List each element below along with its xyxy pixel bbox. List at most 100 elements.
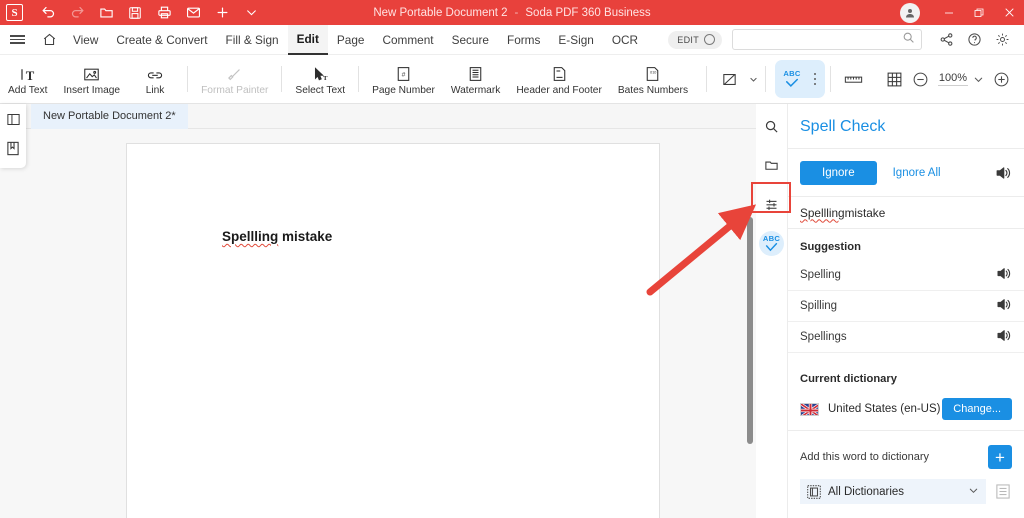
ribbon-label: Insert Image — [63, 84, 121, 96]
grid-icon[interactable] — [878, 62, 912, 96]
close-button[interactable] — [994, 0, 1024, 25]
panel-title: Spell Check — [788, 104, 1024, 149]
menu-item-forms[interactable]: Forms — [498, 25, 549, 55]
document-text[interactable]: Spellling mistake — [222, 229, 332, 244]
menu-item-create-convert[interactable]: Create & Convert — [107, 25, 216, 55]
link-icon — [146, 63, 164, 82]
ribbon-page-number[interactable]: # Page Number — [364, 56, 443, 103]
menu-item-ocr[interactable]: OCR — [603, 25, 647, 55]
dictionary-name: United States (en-US) — [828, 403, 941, 415]
svg-text:T: T — [323, 74, 328, 81]
ribbon-bates-numbers[interactable]: 010 Bates Numbers — [610, 56, 696, 103]
left-panel-rail — [0, 104, 26, 168]
account-icon[interactable] — [900, 2, 920, 23]
chevron-down-icon[interactable] — [238, 2, 264, 24]
dictionary-select-row: All Dictionaries — [788, 479, 1024, 504]
ribbon-header-footer[interactable]: Header and Footer — [508, 56, 610, 103]
menu-item-view[interactable]: View — [64, 25, 107, 55]
speaker-icon[interactable] — [995, 328, 1012, 346]
search-icon[interactable] — [759, 114, 785, 138]
maximize-restore-button[interactable] — [964, 0, 994, 25]
ribbon-format-painter[interactable]: Format Painter — [193, 56, 276, 103]
document-scrollbar-track[interactable] — [746, 129, 753, 518]
menu-item-page[interactable]: Page — [328, 25, 374, 55]
watermark-icon — [468, 63, 483, 82]
suggestion-row[interactable]: Spellings — [788, 322, 1024, 353]
sliders-icon[interactable] — [759, 192, 785, 216]
ribbon-add-text[interactable]: T Add Text — [0, 56, 55, 103]
spell-check-abc-icon[interactable]: ABC — [759, 231, 784, 256]
edit-mode-toggle[interactable]: EDIT — [668, 30, 722, 49]
misspelled-word: Spellling — [222, 229, 279, 244]
bookmark-icon[interactable] — [4, 139, 22, 157]
minimize-button[interactable] — [934, 0, 964, 25]
change-dictionary-button[interactable]: Change... — [942, 398, 1012, 420]
ruler-icon[interactable] — [836, 62, 870, 96]
panel-toggle-icon[interactable] — [4, 110, 22, 128]
speaker-icon[interactable] — [995, 266, 1012, 284]
add-word-button[interactable]: + — [988, 445, 1012, 469]
help-icon[interactable] — [960, 25, 988, 55]
hamburger-icon[interactable] — [0, 33, 34, 47]
redo-icon[interactable] — [64, 2, 90, 24]
ribbon-label: Watermark — [450, 84, 501, 96]
more-options-icon[interactable] — [807, 72, 823, 86]
ribbon-watermark[interactable]: Watermark — [443, 56, 508, 103]
search-box[interactable] — [732, 29, 922, 50]
svg-text:#: # — [402, 71, 406, 78]
menu-item-fill-sign[interactable]: Fill & Sign — [217, 25, 288, 55]
menu-item-edit[interactable]: Edit — [287, 24, 328, 55]
save-icon[interactable] — [122, 2, 148, 24]
print-icon[interactable] — [151, 2, 177, 24]
zoom-chevron-down-icon[interactable] — [973, 74, 984, 85]
share-icon[interactable] — [932, 25, 960, 55]
speaker-icon[interactable] — [994, 165, 1012, 181]
title-separator: - — [514, 6, 519, 19]
bates-numbers-icon: 010 — [645, 63, 660, 82]
ignore-button[interactable]: Ignore — [800, 160, 877, 185]
gear-icon[interactable] — [988, 25, 1016, 55]
undo-icon[interactable] — [35, 2, 61, 24]
dictionary-select-value: All Dictionaries — [828, 485, 905, 498]
new-tab-icon[interactable] — [209, 2, 235, 24]
redact-chevron-down-icon[interactable] — [746, 62, 760, 96]
suggestion-label: Spelling — [800, 269, 841, 281]
us-flag-icon — [800, 402, 819, 416]
suggestion-label: Spellings — [800, 331, 847, 343]
speaker-icon[interactable] — [995, 297, 1012, 315]
ribbon-select-text[interactable]: T Select Text — [287, 56, 353, 103]
edit-toggle-knob — [704, 34, 715, 45]
menu-item-esign[interactable]: E-Sign — [549, 25, 602, 55]
email-icon[interactable] — [180, 2, 206, 24]
document-scrollbar-thumb[interactable] — [747, 217, 753, 444]
redact-icon[interactable] — [712, 62, 746, 96]
document-page: Spellling mistake — [126, 143, 660, 518]
zoom-level-value[interactable]: 100% — [938, 72, 968, 86]
folder-icon[interactable] — [759, 153, 785, 177]
svg-text:T: T — [25, 68, 34, 81]
suggestion-row[interactable]: Spilling — [788, 291, 1024, 322]
dictionary-dropdown[interactable]: All Dictionaries — [800, 479, 986, 504]
ignore-all-button[interactable]: Ignore All — [893, 167, 941, 179]
menu-item-secure[interactable]: Secure — [443, 25, 498, 55]
app-window: S New Portable Document 2 - Soda PDF 360… — [0, 0, 1024, 518]
menu-item-comment[interactable]: Comment — [373, 25, 442, 55]
home-icon[interactable] — [34, 32, 64, 47]
ribbon-toolbar: T Add Text Insert Image Link Format Pain… — [0, 55, 1024, 104]
suggestion-row[interactable]: Spelling — [788, 260, 1024, 291]
ribbon-link[interactable]: Link — [128, 56, 182, 103]
open-folder-icon[interactable] — [93, 2, 119, 24]
ribbon-label: Link — [145, 84, 165, 96]
title-bar: S New Portable Document 2 - Soda PDF 360… — [0, 0, 1024, 25]
document-tab[interactable]: New Portable Document 2* — [31, 103, 188, 129]
abc-label: ABC — [783, 69, 801, 79]
list-icon[interactable] — [994, 484, 1012, 499]
zoom-out-icon[interactable] — [912, 71, 929, 88]
search-input[interactable] — [739, 33, 902, 46]
zoom-in-icon[interactable] — [993, 71, 1010, 88]
format-painter-icon — [226, 63, 243, 82]
current-dictionary-header: Current dictionary — [800, 373, 897, 385]
ribbon-insert-image[interactable]: Insert Image — [55, 56, 128, 103]
spell-check-group: ABC — [775, 60, 826, 98]
spell-check-icon[interactable]: ABC — [777, 70, 807, 88]
